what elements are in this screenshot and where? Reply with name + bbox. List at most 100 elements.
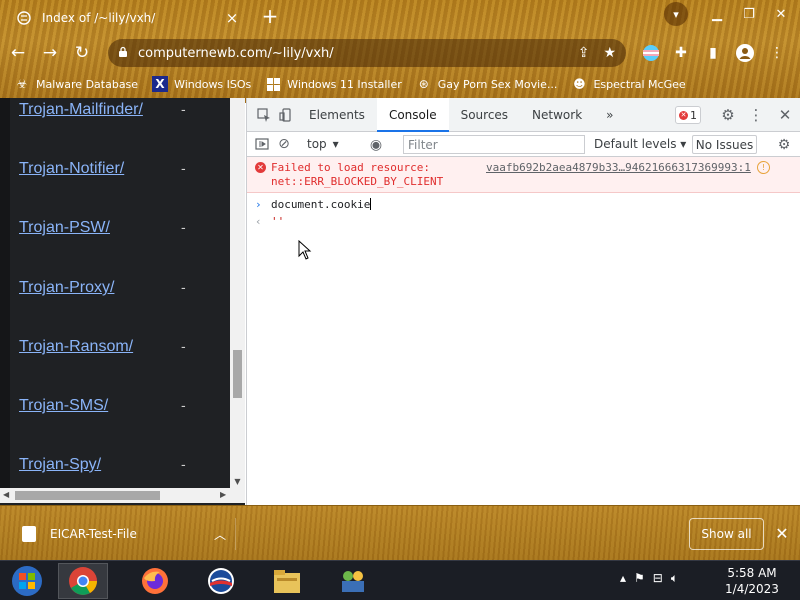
dir-link[interactable]: Trojan-Ransom/	[19, 338, 181, 358]
settings-gear-icon[interactable]: ⚙	[717, 104, 739, 126]
scroll-left-arrow-icon[interactable]: ◀	[3, 490, 9, 499]
tab-search-icon[interactable]: ▾	[664, 2, 688, 26]
show-hidden-icons-icon[interactable]: ▴	[620, 571, 626, 586]
bookmark-label: Gay Porn Sex Movie...	[437, 77, 558, 91]
file-icon	[22, 526, 36, 542]
tab-sources[interactable]: Sources	[449, 98, 520, 132]
scroll-right-arrow-icon[interactable]: ▶	[220, 490, 226, 499]
page-margin	[0, 98, 10, 488]
taskbar-file-explorer[interactable]	[262, 563, 312, 599]
dir-link[interactable]: Trojan-SMS/	[19, 397, 181, 417]
tab-console[interactable]: Console	[376, 97, 449, 132]
bookmark-windows-isos[interactable]: X Windows ISOs	[152, 76, 251, 92]
reload-icon[interactable]: ↻	[68, 39, 96, 67]
new-tab-icon[interactable]: +	[258, 5, 282, 29]
profile-avatar-icon[interactable]	[734, 42, 756, 64]
chevron-up-icon[interactable]: ︿	[205, 526, 235, 543]
download-item[interactable]: EICAR-Test-File ︿	[14, 518, 236, 550]
horizontal-scrollbar[interactable]: ◀ ▶	[0, 488, 245, 503]
console-input-text[interactable]: document.cookie	[271, 198, 372, 211]
taskbar-obs[interactable]	[196, 563, 246, 599]
horizontal-scroll-thumb[interactable]	[15, 491, 160, 500]
dir-link[interactable]: Trojan-Proxy/	[19, 279, 181, 299]
window-controls: ▾ ▁ ❐ ✕	[664, 2, 792, 26]
page-content: Trojan-Mailfinder/ - Trojan-Notifier/ - …	[0, 98, 245, 505]
close-window-icon[interactable]: ✕	[770, 6, 792, 22]
share-icon[interactable]: ⇪	[578, 45, 590, 61]
scroll-down-arrow-icon[interactable]: ▼	[230, 477, 245, 486]
chrome-menu-icon[interactable]: ⋮	[766, 42, 788, 64]
clear-console-icon[interactable]: ⊘	[273, 133, 295, 155]
error-count-badge[interactable]: ✕ 1	[675, 106, 701, 124]
close-download-bar-icon[interactable]: ✕	[772, 524, 792, 544]
more-tabs-icon[interactable]: »	[594, 98, 625, 132]
live-expression-eye-icon[interactable]: ◉	[365, 134, 387, 156]
bookmark-label: Espectral McGee	[593, 77, 686, 91]
console-toolbar: ⊘ top ▾ ◉ Default levels ▾ No Issues ⚙	[247, 132, 800, 157]
bookmark-espectral-mcgee[interactable]: ☻ Espectral McGee	[571, 76, 685, 92]
toolbar: ← → ↻ computernewb.com/~lily/vxh/ ⇪ ★ ✚ …	[0, 36, 800, 70]
bookmark-malware-database[interactable]: ☣ Malware Database	[14, 76, 138, 92]
devtools-menu-icon[interactable]: ⋮	[745, 104, 767, 126]
inspect-element-icon[interactable]	[253, 104, 275, 126]
network-icon[interactable]: ⊟	[653, 571, 663, 586]
extensions-puzzle-icon[interactable]: ✚	[670, 42, 692, 64]
tab-elements[interactable]: Elements	[297, 98, 377, 132]
bookmark-star-icon[interactable]: ★	[603, 45, 616, 61]
action-center-flag-icon[interactable]: ⚑	[634, 571, 645, 586]
profile-flag-icon[interactable]	[640, 42, 662, 64]
tab-close-icon[interactable]: ×	[224, 9, 240, 27]
restore-icon[interactable]: ❐	[738, 6, 760, 22]
vertical-scroll-thumb[interactable]	[233, 350, 242, 398]
taskbar-firefox[interactable]	[130, 563, 180, 599]
clock[interactable]: 5:58 AM 1/4/2023	[712, 565, 792, 597]
listing-row: Trojan-PSW/ -	[19, 219, 186, 239]
forward-icon[interactable]: →	[36, 39, 64, 67]
tab-active[interactable]: Index of /~lily/vxh/ ×	[8, 4, 248, 32]
tab-title: Index of /~lily/vxh/	[42, 11, 156, 25]
back-icon[interactable]: ←	[4, 39, 32, 67]
devtools-tab-bar: Elements Console Sources Network » ✕ 1 ⚙…	[247, 97, 800, 132]
address-bar[interactable]: computernewb.com/~lily/vxh/ ⇪ ★	[108, 39, 626, 67]
vertical-scrollbar[interactable]: ▼	[230, 98, 245, 488]
error-source-link[interactable]: vaafb692b2aea4879b33…94621666317369993:1	[486, 161, 751, 174]
console-result-line: ‹ ''	[247, 213, 800, 230]
show-all-button[interactable]: Show all	[689, 518, 764, 550]
taskbar-chrome[interactable]	[58, 563, 108, 599]
clock-date: 1/4/2023	[725, 582, 779, 596]
mouse-cursor-icon	[298, 240, 312, 260]
network-people-icon	[342, 571, 364, 592]
issues-button[interactable]: No Issues	[692, 135, 757, 154]
bookmarks-bar: ☣ Malware Database X Windows ISOs Window…	[0, 70, 800, 98]
dir-link[interactable]: Trojan-Notifier/	[19, 160, 181, 180]
error-icon: ✕	[255, 162, 266, 173]
filter-input[interactable]	[403, 135, 585, 154]
dir-link[interactable]: Trojan-Mailfinder/	[19, 101, 181, 121]
console-settings-gear-icon[interactable]: ⚙	[773, 134, 795, 156]
context-selector[interactable]: top ▾	[307, 137, 339, 151]
download-filename: EICAR-Test-File	[50, 527, 137, 541]
url-text: computernewb.com/~lily/vxh/	[138, 45, 334, 61]
dir-link[interactable]: Trojan-PSW/	[19, 219, 181, 239]
dir-link[interactable]: Trojan-Spy/	[19, 456, 181, 476]
sidebar-toggle-icon[interactable]	[251, 133, 273, 155]
minimize-icon[interactable]: ▁	[706, 6, 728, 22]
error-text-line1: Failed to load resource:	[271, 161, 430, 174]
dir-size: -	[181, 219, 186, 235]
side-panel-icon[interactable]: ▮	[702, 42, 724, 64]
log-levels-dropdown[interactable]: Default levels ▾	[594, 137, 686, 151]
bookmark-windows-11-installer[interactable]: Windows 11 Installer	[265, 76, 402, 92]
lock-icon[interactable]	[118, 46, 128, 61]
error-info-icon[interactable]: !	[757, 161, 770, 174]
bookmark-label: Malware Database	[36, 77, 139, 91]
start-button[interactable]	[2, 563, 52, 599]
device-toolbar-icon[interactable]	[275, 104, 297, 126]
console-input-line[interactable]: › document.cookie	[247, 196, 800, 213]
tab-network[interactable]: Network	[520, 98, 594, 132]
volume-icon[interactable]: 🔈︎	[671, 571, 678, 586]
taskbar-network-app[interactable]	[328, 563, 378, 599]
prompt-chevron-icon: ›	[255, 198, 262, 211]
listing-row: Trojan-Proxy/ -	[19, 279, 186, 299]
bookmark-movie-site[interactable]: ⊛ Gay Porn Sex Movie...	[416, 76, 558, 92]
close-devtools-icon[interactable]: ✕	[774, 104, 796, 126]
